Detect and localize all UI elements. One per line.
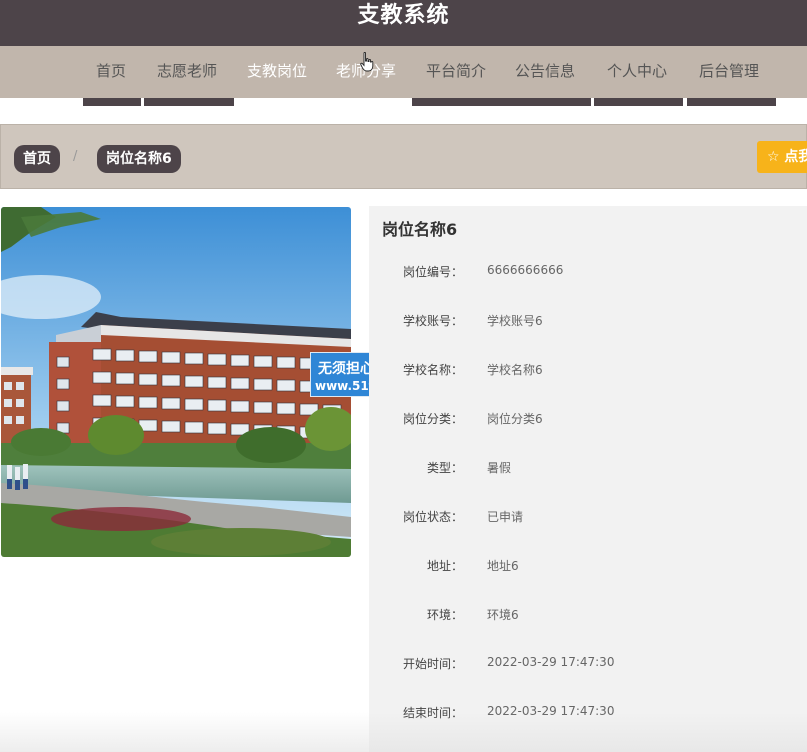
- field-value: 学校账号6: [487, 314, 543, 328]
- nav-item-home[interactable]: 首页: [96, 60, 126, 81]
- site-header: 支教系统: [0, 0, 807, 46]
- nav-item-platform-intro[interactable]: 平台简介: [426, 60, 486, 81]
- field-label: 类型：: [426, 461, 463, 475]
- field-value: 6666666666: [487, 263, 564, 277]
- field-label: 学校名称：: [402, 363, 463, 377]
- field-row-position-number: 岗位编号： 6666666666: [369, 263, 807, 283]
- field-row-school-name: 学校名称： 学校名称6: [369, 361, 807, 381]
- nav-underline-personal-center: [594, 98, 683, 106]
- field-row-address: 地址： 地址6: [369, 557, 807, 577]
- field-value: 已申请: [487, 510, 524, 524]
- field-label: 岗位编号：: [402, 265, 463, 279]
- field-row-environment: 环境： 环境6: [369, 606, 807, 626]
- nav-underline-home: [83, 98, 141, 106]
- nav-item-admin[interactable]: 后台管理: [699, 60, 759, 81]
- breadcrumb-home[interactable]: 首页: [14, 145, 60, 173]
- nav-item-announcements[interactable]: 公告信息: [515, 60, 575, 81]
- breadcrumb: 首页 / 岗位名称6 ☆ 点我收藏: [0, 124, 807, 189]
- field-label: 开始时间：: [402, 657, 463, 671]
- nav-underline-platform-announce: [412, 98, 591, 106]
- field-label: 学校账号：: [402, 314, 463, 328]
- field-value: 环境6: [487, 608, 519, 622]
- field-row-school-account: 学校账号： 学校账号6: [369, 312, 807, 332]
- nav-item-volunteer-teachers[interactable]: 志愿老师: [157, 60, 217, 81]
- field-label: 地址：: [426, 559, 463, 573]
- hand-cursor-icon: [360, 52, 374, 72]
- breadcrumb-separator: /: [73, 149, 78, 164]
- field-row-end-time: 结束时间： 2022-03-29 17:47:30: [369, 704, 807, 724]
- nav-underline-admin: [687, 98, 776, 106]
- main-nav: 首页 志愿老师 支教岗位 老师分享 平台简介 公告信息 个人中心 后台管理: [0, 46, 807, 98]
- field-row-type: 类型： 暑假: [369, 459, 807, 479]
- field-row-status: 岗位状态： 已申请: [369, 508, 807, 528]
- field-label: 结束时间：: [402, 706, 463, 720]
- field-value: 2022-03-29 17:47:30: [487, 655, 615, 669]
- field-value: 岗位分类6: [487, 412, 543, 426]
- field-value: 暑假: [487, 461, 512, 475]
- site-title: 支教系统: [357, 3, 450, 28]
- field-value: 2022-03-29 17:47:30: [487, 704, 615, 718]
- detail-title: 岗位名称6: [382, 220, 458, 239]
- field-label: 岗位分类：: [402, 412, 463, 426]
- field-label: 岗位状态：: [402, 510, 463, 524]
- breadcrumb-current: 岗位名称6: [97, 145, 181, 173]
- field-value: 学校名称6: [487, 363, 543, 377]
- field-row-position-category: 岗位分类： 岗位分类6: [369, 410, 807, 430]
- detail-panel: 岗位名称6 岗位编号： 6666666666 学校账号： 学校账号6 学校名称：…: [369, 206, 807, 752]
- favorite-button[interactable]: ☆ 点我收藏: [757, 141, 807, 173]
- school-photo: [1, 207, 351, 557]
- nav-item-teaching-positions[interactable]: 支教岗位: [247, 60, 307, 81]
- nav-item-personal-center[interactable]: 个人中心: [607, 60, 667, 81]
- field-value: 地址6: [487, 559, 519, 573]
- nav-underline-volunteer-teachers: [144, 98, 234, 106]
- field-row-start-time: 开始时间： 2022-03-29 17:47:30: [369, 655, 807, 675]
- field-label: 环境：: [426, 608, 463, 622]
